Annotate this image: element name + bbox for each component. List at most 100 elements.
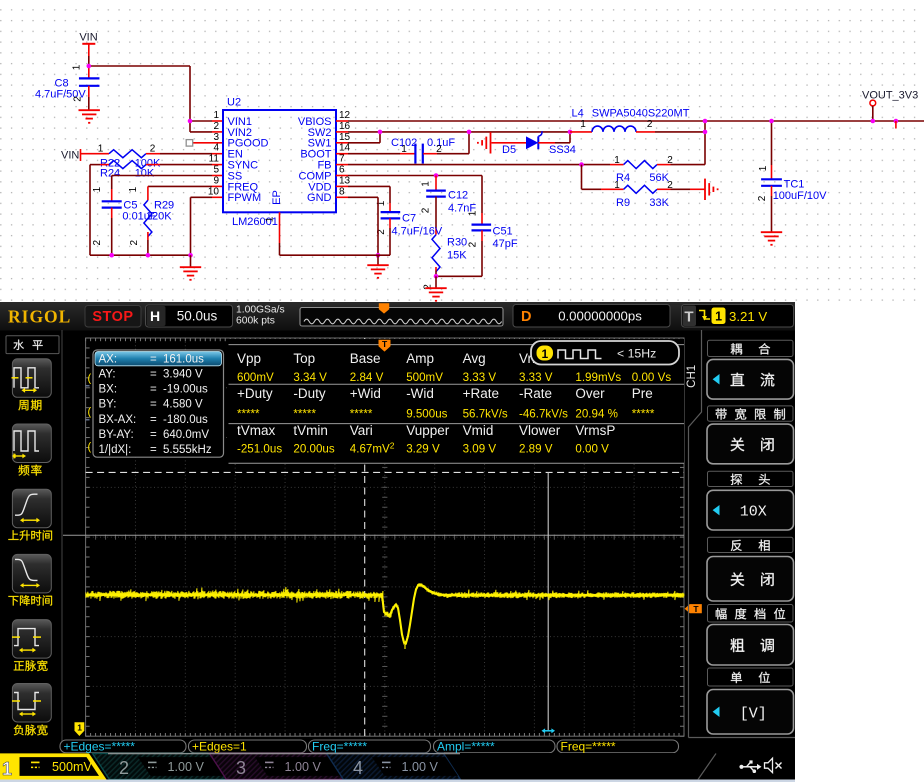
svg-text:1: 1 <box>72 64 83 70</box>
svg-text:5: 5 <box>213 165 219 176</box>
svg-text:Base: Base <box>350 351 381 366</box>
svg-text:3.940 V: 3.940 V <box>163 369 203 381</box>
svg-text:T: T <box>684 308 693 325</box>
svg-text:L4: L4 <box>572 108 584 120</box>
svg-text:D5: D5 <box>502 144 516 156</box>
svg-text:2: 2 <box>150 144 156 155</box>
svg-text:500mV: 500mV <box>52 760 93 774</box>
svg-text:AX:: AX: <box>99 353 118 365</box>
svg-text:3.34 V: 3.34 V <box>293 371 327 384</box>
svg-text:1: 1 <box>715 310 722 324</box>
svg-text:1: 1 <box>421 181 432 187</box>
svg-text:-180.0us: -180.0us <box>163 414 208 426</box>
svg-text:-Duty: -Duty <box>293 386 326 401</box>
svg-text:8: 8 <box>339 186 345 197</box>
svg-text:3.09 V: 3.09 V <box>463 443 497 456</box>
svg-text:=: = <box>150 399 157 411</box>
svg-text:C7: C7 <box>402 212 416 224</box>
svg-text:10K: 10K <box>135 168 155 180</box>
svg-text:4.580 V: 4.580 V <box>163 399 203 411</box>
svg-text:1: 1 <box>77 723 82 733</box>
svg-text:GND: GND <box>307 192 332 204</box>
svg-text:15K: 15K <box>447 249 467 261</box>
svg-text:BY-AY:: BY-AY: <box>99 429 134 441</box>
svg-text:D: D <box>521 309 531 325</box>
svg-text:CH1: CH1 <box>686 365 698 388</box>
svg-text:Vpp: Vpp <box>237 351 261 366</box>
svg-text:FPWM: FPWM <box>228 192 262 204</box>
svg-text:+Edges=*****: +Edges=***** <box>64 740 136 754</box>
svg-text:< 15Hz: < 15Hz <box>617 346 656 360</box>
svg-text:Vari: Vari <box>350 423 373 438</box>
svg-text:20.00us: 20.00us <box>293 443 334 456</box>
svg-text:-Rate: -Rate <box>519 386 552 401</box>
svg-text:(: ( <box>88 441 92 453</box>
svg-text:4.7uF/16V: 4.7uF/16V <box>392 225 443 237</box>
svg-text:1: 1 <box>2 758 12 779</box>
svg-text:Over: Over <box>575 386 605 401</box>
svg-text:Ampl=*****: Ampl=***** <box>437 740 495 754</box>
svg-text:Freq=*****: Freq=***** <box>561 740 616 754</box>
svg-text:Vmid: Vmid <box>463 423 494 438</box>
svg-text:U2: U2 <box>227 97 241 109</box>
svg-text:1: 1 <box>580 119 586 130</box>
svg-text:13: 13 <box>339 175 351 186</box>
svg-text:3.21 V: 3.21 V <box>729 309 767 324</box>
svg-text:3: 3 <box>236 758 246 778</box>
svg-text:0.00 Vs: 0.00 Vs <box>632 371 672 384</box>
svg-text:3.33 V: 3.33 V <box>519 371 553 384</box>
svg-text:RIGOL: RIGOL <box>8 307 71 327</box>
svg-text:2: 2 <box>421 207 432 213</box>
svg-text:+Wid: +Wid <box>350 386 381 401</box>
svg-text:1: 1 <box>265 216 276 222</box>
svg-text:2: 2 <box>647 119 653 130</box>
svg-text:1: 1 <box>92 186 103 192</box>
svg-text:*****: ***** <box>237 407 260 420</box>
svg-text:1.00GSa/s: 1.00GSa/s <box>236 304 285 315</box>
svg-text:1: 1 <box>401 144 407 155</box>
svg-text:1.00 V: 1.00 V <box>168 760 205 774</box>
svg-text:Top: Top <box>293 351 315 366</box>
svg-text:=: = <box>150 369 157 381</box>
svg-text:+Duty: +Duty <box>237 386 273 401</box>
svg-text:33K: 33K <box>649 197 669 209</box>
svg-text:600mV: 600mV <box>237 371 274 384</box>
svg-text:10: 10 <box>208 186 220 197</box>
svg-text:6: 6 <box>339 165 345 176</box>
svg-text:2: 2 <box>757 195 768 201</box>
svg-text:1: 1 <box>213 110 219 121</box>
svg-text:1.00 V: 1.00 V <box>402 760 439 774</box>
svg-text:-19.00us: -19.00us <box>163 384 208 396</box>
svg-text:47pF: 47pF <box>493 238 518 250</box>
svg-text:-46.7kV/s: -46.7kV/s <box>519 407 568 420</box>
svg-text:14: 14 <box>339 143 351 154</box>
svg-text:1.99mVs: 1.99mVs <box>575 371 621 384</box>
svg-text:Vupper: Vupper <box>406 423 450 438</box>
svg-text:T: T <box>382 339 388 349</box>
svg-text:*****: ***** <box>293 407 316 420</box>
svg-text:12: 12 <box>339 110 351 121</box>
svg-text:120K: 120K <box>146 211 172 223</box>
svg-text:50.0us: 50.0us <box>177 309 218 324</box>
svg-text:[V]: [V] <box>740 705 767 722</box>
svg-text:*****: ***** <box>632 407 655 420</box>
svg-text:4.67mV2: 4.67mV2 <box>350 441 395 456</box>
svg-text:-251.0us: -251.0us <box>237 443 282 456</box>
svg-text:EP: EP <box>271 190 283 205</box>
svg-text:Pre: Pre <box>632 386 653 401</box>
svg-text:VIN: VIN <box>79 32 97 44</box>
svg-text:10X: 10X <box>740 504 767 521</box>
svg-text:H: H <box>150 308 160 324</box>
svg-text:1: 1 <box>758 165 769 171</box>
svg-text:-Wid: -Wid <box>406 386 434 401</box>
svg-text:2: 2 <box>468 241 479 247</box>
svg-text:VOUT_3V3: VOUT_3V3 <box>862 90 918 102</box>
svg-text:TC1: TC1 <box>784 179 805 191</box>
svg-text:STOP: STOP <box>92 309 133 325</box>
svg-text:5.555kHz: 5.555kHz <box>163 444 212 456</box>
svg-text:600k pts: 600k pts <box>236 315 275 326</box>
svg-text:2: 2 <box>92 239 103 245</box>
svg-text:R24: R24 <box>100 168 120 180</box>
svg-text:Amp: Amp <box>406 351 434 366</box>
svg-text:1.00 V: 1.00 V <box>285 760 322 774</box>
